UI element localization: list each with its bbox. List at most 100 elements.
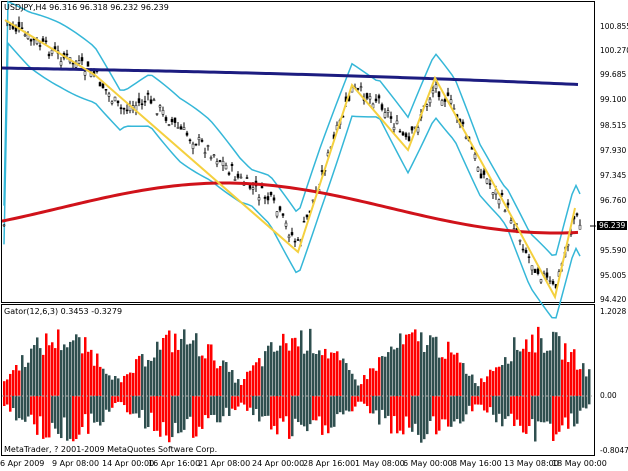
gator-bar-lower: [384, 396, 387, 419]
gator-bar-lower: [507, 396, 510, 417]
gator-bar-upper: [444, 358, 447, 396]
gator-bar-lower: [318, 396, 321, 417]
gator-bar-upper: [273, 351, 276, 396]
candle-body: [20, 27, 24, 29]
gator-bar-lower: [147, 396, 150, 428]
gator-bar-upper: [471, 374, 474, 396]
gator-bar-lower: [111, 396, 114, 408]
gator-bar-lower: [411, 396, 414, 432]
gator-bar-upper: [585, 376, 588, 396]
gator-bar-upper: [420, 332, 423, 396]
candle-body: [476, 167, 480, 172]
gator-bar-lower: [468, 396, 471, 406]
candle-body: [137, 98, 141, 104]
candle-body: [383, 112, 387, 118]
gator-bar-upper: [162, 337, 165, 396]
candle-body: [539, 279, 543, 283]
gator-bar-upper: [480, 378, 483, 396]
candle-body: [17, 21, 21, 27]
indicator-title: Gator(12,6,3) 0.3453 -0.3279: [4, 307, 123, 316]
gator-bar-lower: [381, 396, 384, 410]
candle-body: [293, 240, 297, 243]
gator-bar-upper: [126, 374, 129, 396]
price-label: 96.760: [600, 196, 627, 205]
gator-bar-upper: [237, 379, 240, 396]
date-label: 16 Apr 16:00: [148, 459, 201, 468]
gator-bar-lower: [564, 396, 567, 418]
gator-bar-lower: [462, 396, 465, 422]
gator-bar-upper: [402, 344, 405, 396]
candle-body: [500, 192, 504, 196]
chart-title: USDJPY,H4 96.316 96.318 96.232 96.239: [4, 3, 169, 12]
gator-bar-upper: [198, 356, 201, 396]
gator-bar-lower: [231, 396, 234, 409]
gator-bar-upper: [582, 363, 585, 396]
date-label: 1 May 08:00: [355, 459, 405, 468]
gator-bar-upper: [222, 360, 225, 396]
gator-bar-upper: [528, 351, 531, 396]
gator-bar-lower: [300, 396, 303, 425]
gator-bar-upper: [105, 373, 108, 396]
candle-body: [578, 224, 582, 230]
gator-bar-lower: [24, 396, 27, 422]
gator-bar-lower: [531, 396, 534, 420]
gator-bar-upper: [525, 339, 528, 396]
candle-body: [518, 239, 522, 242]
gator-bar-lower: [477, 396, 480, 405]
gator-bar-upper: [546, 350, 549, 396]
candle-body: [257, 197, 261, 201]
gator-bar-upper: [327, 358, 330, 396]
gator-bar-upper: [171, 352, 174, 396]
gator-bar-lower: [225, 396, 228, 408]
gator-bar-lower: [228, 396, 231, 416]
candle-body: [227, 172, 231, 175]
candle-body: [86, 61, 90, 67]
candle-body: [407, 136, 411, 141]
gator-bar-upper: [318, 350, 321, 396]
gator-bar-lower: [561, 396, 564, 426]
gator-bar-lower: [429, 396, 432, 421]
gator-bar-lower: [438, 396, 441, 431]
gator-bar-upper: [189, 343, 192, 396]
gator-bar-upper: [144, 366, 147, 396]
gator-bar-lower: [516, 396, 519, 420]
candle-body: [47, 53, 51, 57]
gator-bar-upper: [231, 370, 234, 396]
gator-bar-upper: [36, 337, 39, 396]
candle-body: [434, 84, 438, 89]
candle-body: [161, 110, 165, 115]
price-label: 99.685: [600, 70, 627, 79]
price-label: 95.590: [600, 246, 627, 255]
gator-bar-lower: [408, 396, 411, 428]
gator-bar-lower: [96, 396, 99, 422]
gator-bar-upper: [228, 371, 231, 396]
gator-bar-upper: [423, 351, 426, 396]
candle-body: [203, 152, 207, 154]
main-price-chart[interactable]: [0, 0, 628, 471]
gator-bar-lower: [540, 396, 543, 423]
gator-bar-upper: [453, 354, 456, 396]
gator-bar-upper: [285, 343, 288, 396]
gator-bar-upper: [81, 353, 84, 396]
gator-bar-upper: [30, 348, 33, 396]
gator-bar-upper: [534, 352, 537, 396]
gator-bar-upper: [462, 363, 465, 396]
gator-bar-upper: [177, 349, 180, 396]
gator-bar-lower: [288, 396, 291, 439]
gator-bar-upper: [90, 349, 93, 396]
gator-bar-lower: [459, 396, 462, 424]
gator-bar-lower: [321, 396, 324, 435]
gator-bar-upper: [351, 373, 354, 396]
gator-bar-upper: [240, 384, 243, 396]
gator-bar-upper: [393, 349, 396, 396]
gator-bar-lower: [213, 396, 216, 415]
gator-bar-upper: [390, 346, 393, 396]
candle-body: [284, 222, 288, 227]
date-label: 9 Apr 08:00: [52, 459, 100, 468]
gator-bar-lower: [528, 396, 531, 427]
gator-bar-lower: [534, 396, 537, 442]
candle-body: [158, 105, 162, 108]
gator-bar-upper: [564, 343, 567, 396]
gator-bar-upper: [129, 372, 132, 396]
gator-bar-upper: [492, 371, 495, 396]
